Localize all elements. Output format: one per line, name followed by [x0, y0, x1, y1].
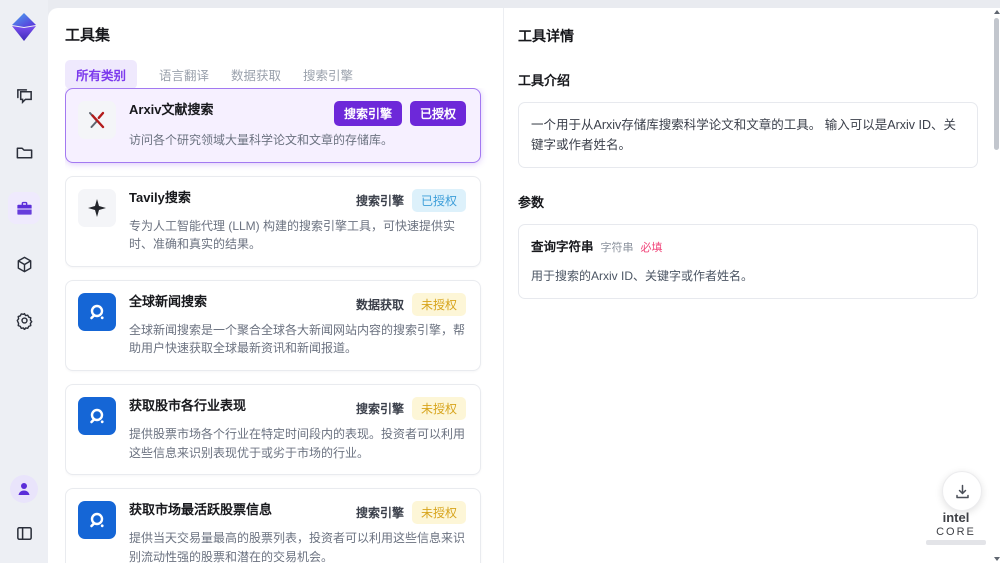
chat-icon[interactable] — [8, 80, 40, 112]
tool-category-tag: 搜索引擎 — [355, 401, 404, 416]
search-app-icon — [78, 396, 116, 435]
brand-subline — [926, 540, 986, 545]
tool-category-tag: 搜索引擎 — [333, 101, 402, 126]
tool-status-badge: 未授权 — [411, 292, 466, 316]
category-tab[interactable]: 所有类别 — [65, 60, 138, 89]
download-button[interactable] — [942, 471, 982, 511]
tool-card[interactable]: Tavily搜索 搜索引擎 已授权 专为人工智能代理 (LLM) 构建的搜索引擎… — [65, 175, 481, 267]
category-tab[interactable]: 搜索引擎 — [303, 60, 353, 89]
tool-status-badge: 已授权 — [411, 188, 466, 212]
category-tab[interactable]: 语言翻译 — [159, 60, 209, 89]
parameter-box: 查询字符串 字符串 必填 用于搜索的Arxiv ID、关键字或作者姓名。 — [518, 224, 978, 299]
intro-box: 一个用于从Arxiv存储库搜索科学论文和文章的工具。 输入可以是Arxiv ID… — [518, 102, 978, 168]
intel-core-logo: intel CORE — [926, 509, 986, 545]
page-title: 工具集 — [65, 27, 111, 44]
left-rail — [0, 0, 48, 563]
tool-name: Arxiv文献搜索 — [129, 102, 214, 117]
search-app-icon — [78, 501, 116, 540]
arxiv-icon — [78, 101, 116, 139]
tool-card[interactable]: 获取市场最活跃股票信息 搜索引擎 未授权 提供当天交易量最高的股票列表，投资者可… — [65, 488, 481, 563]
tool-status-badge: 未授权 — [411, 396, 466, 420]
tool-name: Tavily搜索 — [129, 189, 191, 205]
params-heading: 参数 — [518, 195, 545, 210]
folder-icon[interactable] — [8, 136, 40, 168]
tool-card[interactable]: Arxiv文献搜索 搜索引擎 已授权 访问各个研究领域大量科学论文和文章的存储库… — [65, 88, 481, 163]
cube-icon[interactable] — [8, 248, 40, 280]
tool-status-badge: 已授权 — [409, 101, 466, 126]
tool-card[interactable]: 获取股市各行业表现 搜索引擎 未授权 提供股票市场各个行业在特定时间段内的表现。… — [65, 383, 481, 476]
app-logo — [12, 13, 36, 41]
download-icon — [955, 484, 969, 498]
user-icon[interactable] — [10, 475, 38, 503]
tools-list: Arxiv文献搜索 搜索引擎 已授权 访问各个研究领域大量科学论文和文章的存储库… — [65, 88, 490, 563]
tool-description: 全球新闻搜索是一个聚合全球各大新闻网站内容的搜索引擎，帮助用户快速获取全球最新资… — [129, 322, 466, 356]
tool-description: 提供股票市场各个行业在特定时间段内的表现。投资者可以利用这些信息来识别表现优于或… — [129, 426, 466, 460]
tavily-icon — [78, 188, 116, 227]
toolbox-icon[interactable] — [8, 192, 40, 224]
panel-layout-icon[interactable] — [8, 517, 40, 549]
brand-word-core: CORE — [936, 525, 976, 538]
tool-details-panel: 工具详情 工具介绍 一个用于从Arxiv存储库搜索科学论文和文章的工具。 输入可… — [504, 8, 1000, 563]
category-tab[interactable]: 数据获取 — [231, 60, 281, 89]
tool-description: 访问各个研究领域大量科学论文和文章的存储库。 — [129, 133, 394, 147]
gear-icon[interactable] — [8, 304, 40, 336]
brand-word-intel: intel — [942, 509, 970, 525]
intro-heading: 工具介绍 — [518, 73, 571, 88]
tool-category-tag: 数据获取 — [355, 297, 404, 312]
tool-category-tag: 搜索引擎 — [355, 506, 404, 521]
tool-name: 获取股市各行业表现 — [129, 397, 247, 413]
category-tabs: 所有类别 语言翻译 数据获取 搜索引擎 — [65, 60, 353, 89]
search-app-icon — [78, 292, 116, 331]
parameter-type: 字符串 — [600, 242, 634, 254]
tool-card[interactable]: 全球新闻搜索 数据获取 未授权 全球新闻搜索是一个聚合全球各大新闻网站内容的搜索… — [65, 279, 481, 371]
tool-category-tag: 搜索引擎 — [355, 193, 404, 208]
tool-status-badge: 未授权 — [411, 501, 466, 525]
details-title: 工具详情 — [518, 28, 574, 44]
main-surface: 工具集 所有类别 语言翻译 数据获取 搜索引擎 Arxiv文献搜索 搜索引擎 已授权 … — [48, 8, 1000, 563]
tool-description: 提供当天交易量最高的股票列表，投资者可以利用这些信息来识别流动性强的股票和潜在的… — [129, 531, 466, 563]
parameter-description: 用于搜索的Arxiv ID、关键字或作者姓名。 — [531, 268, 754, 283]
tool-description: 专为人工智能代理 (LLM) 构建的搜索引擎工具，可快速提供实时、准确和真实的结… — [129, 218, 456, 252]
tool-name: 全球新闻搜索 — [129, 293, 208, 309]
parameter-required-label: 必填 — [640, 242, 663, 254]
tool-name: 获取市场最活跃股票信息 — [129, 502, 273, 518]
parameter-name: 查询字符串 — [531, 240, 594, 254]
